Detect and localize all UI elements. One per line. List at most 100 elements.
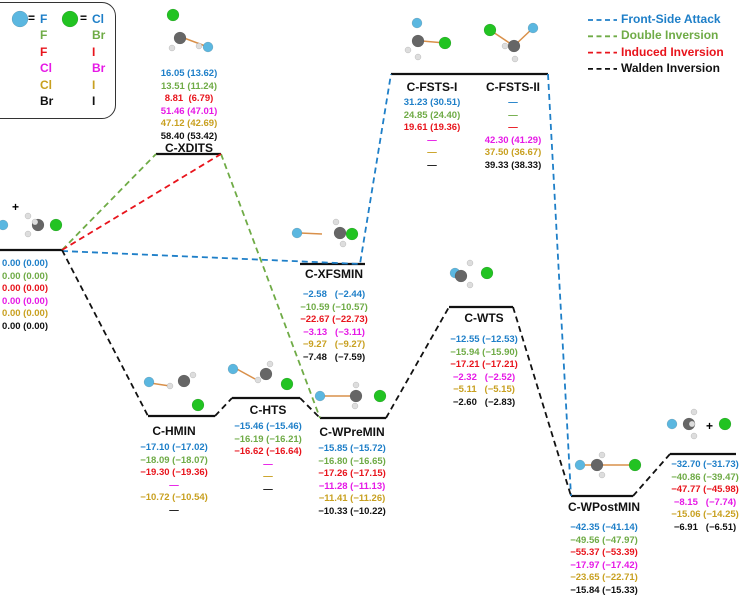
energy-value: −6.91 (−6.51): [673, 521, 737, 533]
atom-icon: [373, 389, 387, 403]
atom-icon: [404, 46, 412, 54]
energy-value: −17.26 (−17.15): [318, 468, 386, 479]
atom-icon: [280, 377, 294, 391]
energy-value: 0.00 (0.00): [2, 295, 48, 307]
legend-halogen-x: F: [40, 12, 48, 26]
legend-halogen-y: Cl: [92, 12, 104, 26]
atom-icon: [411, 34, 425, 48]
state-name-xdits: C-XDITS: [165, 141, 213, 155]
energy-value: −17.21 (−17.21): [450, 359, 518, 370]
pathway-legend-label: Front-Side Attack: [621, 12, 721, 26]
energy-value: −8.15 (−7.74): [673, 496, 737, 508]
pathway-legend-label: Double Inversion: [621, 28, 719, 43]
state-name-wts: C-WTS: [464, 311, 504, 325]
state-name-wpremin: C-WPreMIN: [319, 425, 385, 439]
energy-value: 13.51 (11.24): [161, 80, 217, 92]
atom-icon: [191, 398, 205, 412]
atom-icon: [24, 212, 32, 220]
pathway-legend-label: Induced Inversion: [621, 44, 724, 59]
energy-value: 0.00 (0.00): [2, 308, 48, 319]
energy-value: −23.65 (−22.71): [570, 572, 638, 583]
atom-icon: [466, 281, 474, 289]
energy-value: −19.30 (−19.36): [140, 467, 208, 478]
energy-value: 47.12 (42.69): [160, 118, 218, 129]
atom-icon: [598, 471, 606, 479]
atom-icon: [598, 451, 606, 459]
energy-value: −5.11 (−5.15): [453, 384, 515, 395]
legend-halogen-y: Br: [92, 61, 106, 76]
walden-path: [214, 397, 233, 417]
atom-icon: [438, 36, 452, 50]
atom-icon: [332, 218, 340, 226]
energy-value: 16.05 (13.62): [160, 68, 218, 79]
legend-halogen-x: F: [40, 44, 48, 59]
legend-halogen-y: I: [92, 77, 96, 92]
energy-value: 19.61 (19.36): [403, 122, 461, 133]
atom-icon: [507, 39, 521, 53]
atom-icon: [690, 408, 698, 416]
energy-value: −16.80 (−16.65): [318, 455, 386, 467]
atom-icon: [189, 371, 197, 379]
walden-path: [385, 306, 450, 419]
atom-icon: [143, 376, 155, 388]
energy-value: −15.85 (−15.72): [318, 443, 386, 454]
energy-value: −9.27 (−9.27): [302, 339, 366, 350]
energy-value: —: [427, 147, 437, 158]
energy-value: −47.77 (−45.98): [671, 484, 739, 495]
state-name-fsts1: C-FSTS-I: [406, 80, 458, 94]
atom-icon: [352, 381, 360, 389]
energy-value: −17.97 (−17.42): [570, 559, 638, 571]
atom-icon: [166, 8, 180, 22]
atom-icon: [31, 218, 39, 226]
energy-value: −10.33 (−10.22): [318, 505, 386, 517]
energy-value: —: [508, 109, 518, 121]
atom-icon: [202, 41, 214, 53]
atom-icon: [480, 266, 494, 280]
atom-icon: [511, 55, 519, 63]
energy-value: —: [169, 504, 179, 516]
atom-icon: [291, 227, 303, 239]
legend-halogen-x: Cl: [40, 61, 52, 76]
energy-value: −15.84 (−15.33): [570, 584, 638, 596]
legend-halogen-x: F: [40, 28, 48, 43]
atom-icon: [266, 360, 274, 368]
energy-value: 39.33 (38.33): [484, 159, 542, 171]
state-name-xfsmin: C-XFSMIN: [305, 267, 363, 281]
energy-value: 0.00 (0.00): [2, 270, 48, 282]
energy-value: −7.48 (−7.59): [302, 351, 366, 363]
atom-icon: [628, 458, 642, 472]
double-inversion-path: [220, 153, 321, 419]
atom-icon: [574, 459, 586, 471]
energy-value: −2.60 (−2.83): [452, 396, 516, 408]
atom-icon: [688, 420, 696, 428]
energy-value: 58.40 (53.42): [160, 130, 218, 142]
energy-value: −3.13 (−3.11): [303, 326, 365, 338]
energy-value: −11.41 (−11.26): [318, 493, 386, 504]
state-name-wpostmin: C-WPostMIN: [568, 500, 640, 514]
state-name-hmin: C-HMIN: [152, 424, 196, 438]
energy-value: −15.06 (−14.25): [671, 509, 739, 520]
energy-value: 37.50 (36.67): [484, 147, 542, 158]
energy-value: −11.28 (−11.13): [318, 480, 386, 492]
energy-value: −12.55 (−12.53): [450, 334, 518, 345]
energy-value: −55.37 (−53.39): [570, 547, 638, 558]
energy-value: —: [169, 479, 179, 491]
energy-value: −10.72 (−10.54): [140, 492, 208, 503]
energy-value: 51.46 (47.01): [160, 105, 218, 117]
equals-sign: =: [28, 11, 36, 25]
state-name-fsts2: C-FSTS-II: [486, 80, 540, 94]
atom-icon: [168, 44, 176, 52]
legend-halogen-y: I: [92, 94, 96, 108]
energy-value: −10.59 (−10.57): [300, 301, 368, 313]
bond-line: [299, 232, 323, 235]
state-name-hts: C-HTS: [249, 403, 287, 417]
legend-halogen-x: Br: [40, 94, 54, 108]
legend-halogen-y: I: [92, 44, 96, 59]
atom-icon: [349, 389, 363, 403]
energy-value: —: [427, 159, 437, 171]
legend-halogen-y: Br: [92, 28, 106, 43]
energy-value: −18.09 (−18.07): [140, 454, 208, 466]
energy-value: —: [508, 122, 518, 133]
atom-icon: [177, 374, 191, 388]
plus-sign: +: [706, 419, 714, 433]
